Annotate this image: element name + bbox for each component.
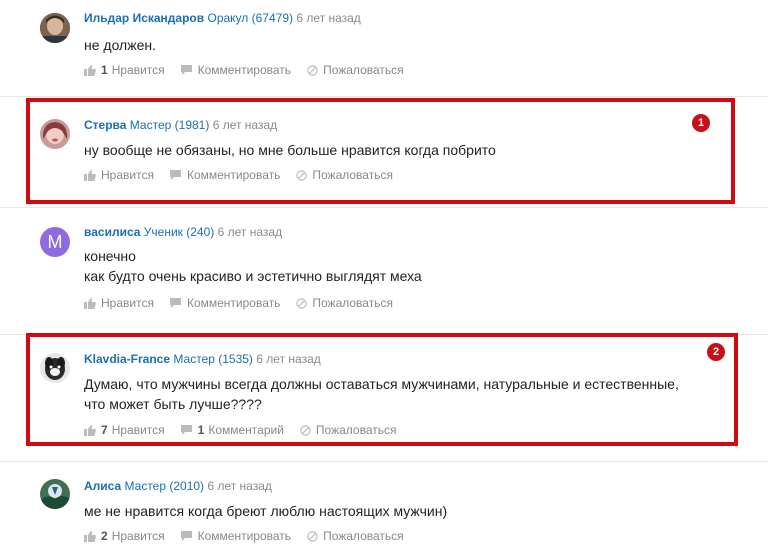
comment-item: M василиса Ученик (240) 6 лет назад коне… — [0, 208, 768, 334]
comment-icon — [180, 65, 192, 75]
author-name[interactable]: Алиса — [84, 479, 121, 493]
author-name[interactable]: василиса — [84, 225, 140, 239]
comment-line: конечно — [84, 248, 136, 264]
comment-actions: 1 Нравится Комментировать Пожаловаться — [84, 63, 420, 77]
comment-meta: василиса Ученик (240) 6 лет назад — [84, 225, 282, 239]
comment-actions: 2 Нравится Комментировать Пожаловаться — [84, 529, 420, 543]
photo-man-icon — [40, 13, 70, 43]
like-count: 1 — [101, 63, 108, 77]
report-label: Пожаловаться — [323, 529, 404, 543]
like-button[interactable]: 2 Нравится — [84, 529, 165, 543]
comment-label: Комментировать — [197, 529, 292, 543]
comment-text: ме не нравится когда бреют люблю настоящ… — [84, 501, 447, 521]
block-icon — [307, 64, 318, 76]
report-button[interactable]: Пожаловаться — [307, 529, 404, 543]
block-icon — [296, 297, 308, 309]
thumbs-up-icon — [84, 530, 96, 542]
comment-time: 6 лет назад — [296, 11, 361, 25]
comment-label: Комментировать — [197, 63, 292, 77]
comment-button[interactable]: Комментировать — [180, 529, 292, 543]
photo-nature-icon — [40, 479, 70, 509]
like-button[interactable]: 1 Нравится — [84, 63, 165, 77]
comment-item: Алиса Мастер (2010) 6 лет назад ме не нр… — [0, 462, 768, 557]
like-label: Нравится — [101, 296, 154, 310]
avatar[interactable] — [40, 479, 70, 509]
comment-actions: Нравится Комментировать Пожаловаться — [84, 296, 409, 310]
comment-text: не должен. — [84, 35, 156, 55]
comment-line: не должен. — [84, 37, 156, 53]
avatar[interactable]: M — [40, 227, 70, 257]
author-rank[interactable]: Мастер (2010) — [125, 479, 205, 493]
comment-item: Ильдар Искандаров Оракул (67479) 6 лет н… — [0, 0, 768, 96]
comment-label: Комментировать — [186, 296, 281, 310]
comment-text: конечно как будто очень красиво и эстети… — [84, 246, 422, 286]
highlight-box — [26, 333, 738, 446]
report-button[interactable]: Пожаловаться — [296, 296, 393, 310]
block-icon — [307, 530, 318, 542]
comment-time: 6 лет назад — [217, 225, 283, 239]
like-label: Нравится — [111, 63, 165, 77]
comment-line: как будто очень красиво и эстетично выгл… — [84, 268, 422, 284]
like-button[interactable]: Нравится — [84, 296, 154, 310]
thumbs-up-icon — [84, 297, 96, 309]
like-label: Нравится — [111, 529, 165, 543]
comment-icon — [169, 298, 181, 308]
like-count: 2 — [101, 529, 108, 543]
highlight-badge: 1 — [692, 114, 710, 132]
author-rank[interactable]: Ученик (240) — [144, 225, 214, 239]
thumbs-up-icon — [84, 64, 96, 76]
comment-time: 6 лет назад — [207, 479, 272, 493]
comment-button[interactable]: Комментировать — [180, 63, 292, 77]
highlight-box — [26, 98, 735, 204]
report-button[interactable]: Пожаловаться — [307, 63, 404, 77]
comment-icon — [180, 531, 192, 541]
comment-line: ме не нравится когда бреют люблю настоящ… — [84, 503, 448, 519]
comment-meta: Алиса Мастер (2010) 6 лет назад — [84, 479, 272, 493]
comment-button[interactable]: Комментировать — [169, 296, 281, 310]
report-label: Пожаловаться — [312, 296, 393, 310]
author-name[interactable]: Ильдар Искандаров — [84, 11, 204, 25]
author-rank[interactable]: Оракул (67479) — [207, 11, 293, 25]
avatar[interactable] — [40, 13, 70, 43]
report-label: Пожаловаться — [323, 63, 404, 77]
highlight-badge: 2 — [707, 343, 725, 361]
comment-meta: Ильдар Искандаров Оракул (67479) 6 лет н… — [84, 11, 361, 25]
